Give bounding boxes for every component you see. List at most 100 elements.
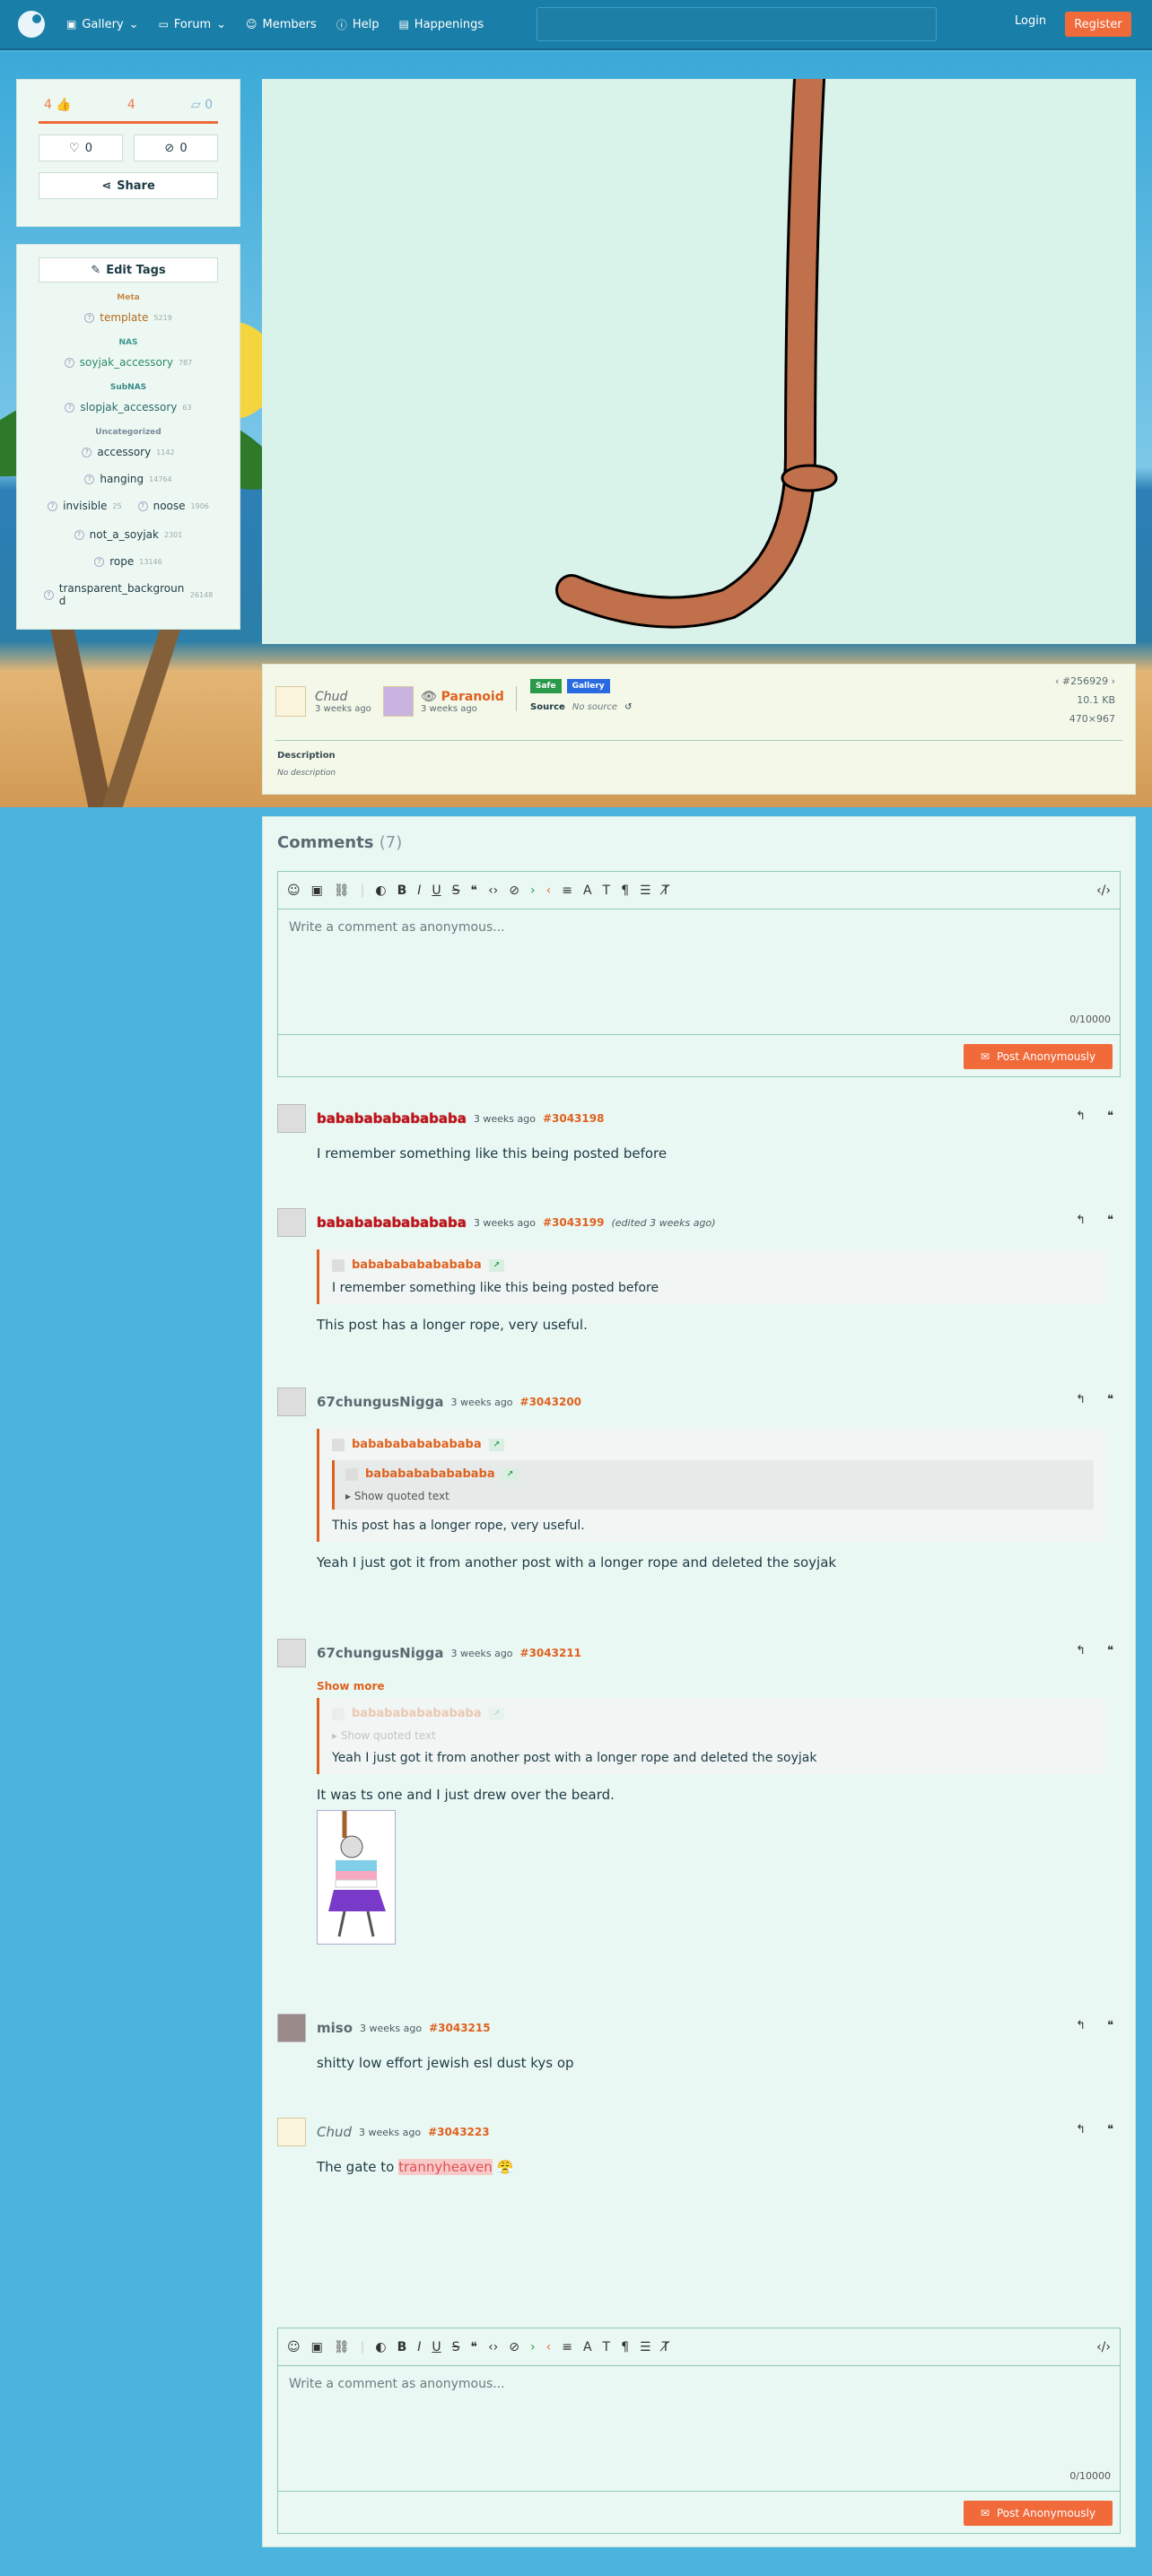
nav-help[interactable]: ⓘ Help [336, 17, 380, 32]
prev-post-icon[interactable]: ‹ [1055, 675, 1059, 687]
quote-icon[interactable]: ❝ [1107, 1214, 1113, 1227]
help-icon[interactable]: ? [137, 500, 148, 511]
italic-icon[interactable]: I [417, 2340, 421, 2354]
tag-item[interactable]: ? transparent_background 26148 [39, 582, 218, 607]
comment-image[interactable] [317, 1810, 396, 1945]
orangetext-icon[interactable]: ‹ [546, 883, 552, 898]
color-icon[interactable]: A [583, 2340, 592, 2354]
quote-icon[interactable]: ❝ [471, 2340, 478, 2354]
quote-icon[interactable]: ❝ [1107, 1110, 1113, 1123]
text-size-icon[interactable]: T [603, 2340, 611, 2354]
link-icon[interactable]: ⛓ [334, 2340, 350, 2354]
nav-happenings[interactable]: ▤ Happenings [398, 18, 484, 31]
jump-link-icon[interactable]: ↗ [502, 1467, 519, 1481]
reply-icon[interactable]: ↰ [1076, 1214, 1086, 1227]
reply-icon[interactable]: ↰ [1076, 1644, 1086, 1658]
bold-icon[interactable]: B [397, 2340, 407, 2354]
tag-item[interactable]: ? soyjak_accessory 787 [39, 356, 218, 369]
show-more-link[interactable]: Show more [317, 1680, 1121, 1693]
image-icon[interactable]: ▣ [311, 2340, 323, 2354]
tag-item[interactable]: ? not_a_soyjak 2301 [39, 528, 218, 541]
tag-item[interactable]: ? template 5219 [39, 311, 218, 324]
tag-item[interactable]: ? noose 1906 [137, 500, 209, 512]
avatar[interactable] [275, 686, 306, 717]
greentext-icon[interactable]: › [530, 2340, 536, 2354]
post-comment-button[interactable]: ✉ Post Anonymously [964, 1044, 1113, 1069]
history-icon[interactable]: ↺ [624, 702, 632, 712]
strike-icon[interactable]: S [452, 883, 460, 898]
avatar[interactable] [277, 1639, 306, 1667]
reply-icon[interactable]: ↰ [1076, 2019, 1086, 2032]
hide-button[interactable]: ⊘ 0 [134, 135, 218, 161]
greentext-icon[interactable]: › [530, 883, 536, 898]
paragraph-icon[interactable]: ¶ [621, 883, 629, 898]
list-icon[interactable]: ☰ [640, 883, 651, 898]
comment-textarea[interactable]: Write a comment as anonymous... 0/10000 [278, 2366, 1120, 2492]
orangetext-icon[interactable]: ‹ [546, 2340, 552, 2354]
clear-format-icon[interactable]: T̸ [662, 883, 670, 898]
help-icon[interactable]: ? [74, 529, 84, 540]
nav-forum[interactable]: ▭ Forum ⌄ [159, 18, 226, 31]
jump-link-icon[interactable]: ↗ [488, 1707, 505, 1720]
search-input[interactable] [537, 7, 937, 41]
emoji-icon[interactable]: ☺ [287, 2340, 301, 2354]
source-toggle-icon[interactable]: ‹/› [1096, 2340, 1111, 2354]
quote-icon[interactable]: ❝ [1107, 2019, 1113, 2032]
quote-icon[interactable]: ❝ [471, 883, 478, 898]
palette-icon[interactable]: ◐ [375, 883, 386, 898]
image-icon[interactable]: ▣ [311, 883, 323, 898]
paragraph-icon[interactable]: ¶ [621, 2340, 629, 2354]
avatar[interactable] [277, 2014, 306, 2042]
tag-item[interactable]: ? hanging 14764 [39, 473, 218, 485]
italic-icon[interactable]: I [417, 883, 421, 898]
category-badge[interactable]: Gallery [566, 679, 610, 693]
align-icon[interactable]: ≡ [562, 2340, 572, 2354]
tag-item[interactable]: ? invisible 25 [48, 500, 122, 512]
quote-icon[interactable]: ❝ [1107, 1393, 1113, 1406]
login-button[interactable]: Login [1015, 14, 1046, 28]
spoiler-icon[interactable]: ⊘ [509, 883, 519, 898]
spoiler-icon[interactable]: ⊘ [509, 2340, 519, 2354]
downvote-button[interactable]: ▱ 0 [191, 98, 213, 112]
source-toggle-icon[interactable]: ‹/› [1096, 883, 1111, 898]
help-icon[interactable]: ? [82, 447, 92, 457]
avatar[interactable] [277, 2118, 306, 2146]
nav-gallery[interactable]: ▣ Gallery ⌄ [66, 18, 139, 31]
help-icon[interactable]: ? [43, 589, 54, 600]
help-icon[interactable]: ? [94, 556, 105, 567]
jump-link-icon[interactable]: ↗ [488, 1258, 505, 1272]
avatar[interactable] [277, 1208, 306, 1237]
post-image[interactable] [262, 63, 1136, 644]
clear-format-icon[interactable]: T̸ [662, 2340, 670, 2354]
code-icon[interactable]: ‹› [488, 883, 498, 898]
bold-icon[interactable]: B [397, 883, 407, 898]
quote-icon[interactable]: ❝ [1107, 2123, 1113, 2137]
next-post-icon[interactable]: › [1112, 675, 1115, 687]
emoji-icon[interactable]: ☺ [287, 883, 301, 898]
help-icon[interactable]: ? [84, 312, 95, 323]
list-icon[interactable]: ☰ [640, 2340, 651, 2354]
help-icon[interactable]: ? [64, 357, 74, 368]
rating-badge[interactable]: Safe [530, 679, 562, 693]
avatar[interactable] [277, 1388, 306, 1416]
tag-item[interactable]: ? accessory 1142 [39, 446, 218, 458]
site-logo[interactable] [18, 11, 45, 38]
avatar[interactable] [383, 686, 414, 717]
comment-textarea[interactable]: Write a comment as anonymous... 0/10000 [278, 909, 1120, 1035]
align-icon[interactable]: ≡ [562, 883, 572, 898]
show-quoted-toggle[interactable]: ▸ Show quoted text [345, 1490, 1083, 1502]
share-button[interactable]: ⋖ Share [39, 172, 218, 199]
help-icon[interactable]: ? [65, 402, 75, 413]
favorite-button[interactable]: ♡ 0 [39, 135, 123, 161]
help-icon[interactable]: ? [84, 474, 95, 484]
color-icon[interactable]: A [583, 883, 592, 898]
avatar[interactable] [277, 1104, 306, 1133]
edit-tags-button[interactable]: ✎ Edit Tags [39, 257, 218, 283]
jump-link-icon[interactable]: ↗ [488, 1438, 505, 1451]
palette-icon[interactable]: ◐ [375, 2340, 386, 2354]
code-icon[interactable]: ‹› [488, 2340, 498, 2354]
nav-members[interactable]: ☺ Members [246, 18, 317, 31]
text-size-icon[interactable]: T [603, 883, 611, 898]
upvote-button[interactable]: 4 👍 [44, 98, 72, 112]
uploader-name[interactable]: Chud [315, 690, 371, 704]
